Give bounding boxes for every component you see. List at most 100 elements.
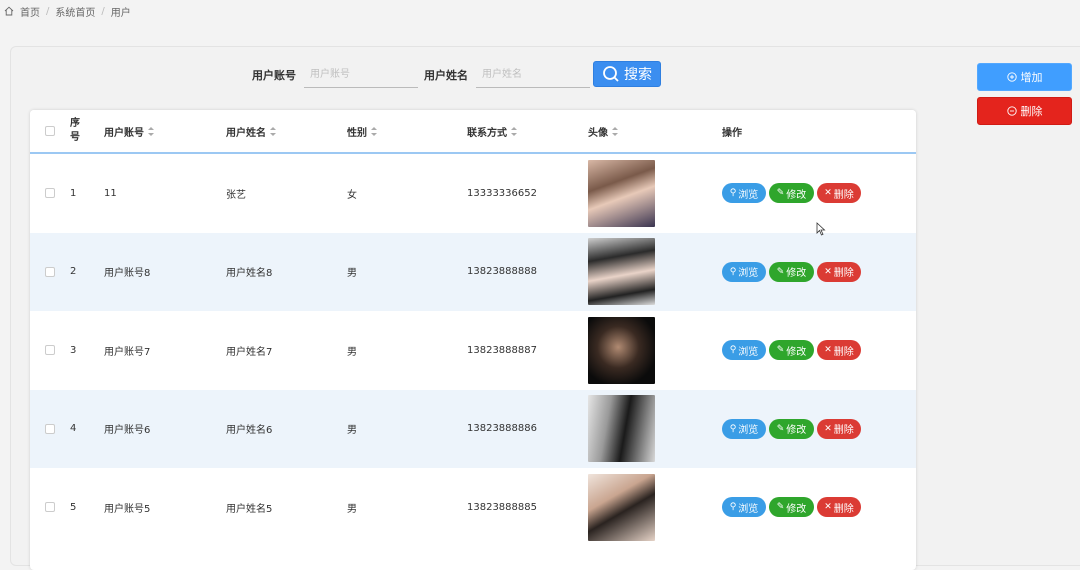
header-account[interactable]: 用户账号: [104, 124, 226, 139]
name-search-input[interactable]: [476, 62, 590, 88]
avatar[interactable]: [588, 159, 655, 227]
search-button[interactable]: 搜索: [593, 61, 661, 87]
row-checkbox[interactable]: [45, 266, 55, 277]
view-button-label: 浏览: [738, 425, 759, 437]
table-row: 3 用户账号7 用户姓名7 男 13823888887 ⚲ 浏览 ✎ 修改 ✕ 删除: [30, 311, 916, 390]
view-button[interactable]: ⚲ 浏览: [722, 261, 766, 282]
edit-button-label: 修改: [786, 503, 807, 515]
edit-icon: ✎: [776, 423, 785, 434]
delete-button[interactable]: ✕ 删除: [817, 261, 861, 282]
row-phone: 13333336652: [467, 187, 537, 199]
row-checkbox[interactable]: [45, 423, 55, 434]
row-sex: 男: [347, 346, 357, 358]
row-account: 用户账号8: [104, 268, 151, 280]
plus-circle-icon: [1006, 72, 1017, 82]
add-button[interactable]: 增加: [977, 63, 1072, 91]
header-index: 序号: [70, 118, 80, 143]
row-name: 用户姓名7: [226, 346, 273, 358]
header-account-label: 用户账号: [104, 127, 144, 139]
sort-icon[interactable]: [612, 126, 618, 136]
row-sex: 男: [347, 425, 357, 437]
row-sex: 男: [347, 268, 357, 280]
account-search-label: 用户账号: [252, 69, 296, 82]
search-icon: ⚲: [729, 502, 737, 513]
breadcrumb-home[interactable]: 首页: [20, 4, 40, 19]
table-row: 2 用户账号8 用户姓名8 男 13823888888 ⚲ 浏览 ✎ 修改 ✕ 删除: [30, 232, 916, 311]
sort-icon[interactable]: [371, 126, 377, 136]
header-avatar[interactable]: 头像: [588, 124, 722, 139]
header-ops: 操作: [722, 127, 742, 139]
avatar[interactable]: [588, 473, 655, 541]
edit-icon: ✎: [776, 502, 785, 513]
minus-circle-icon: [1006, 106, 1017, 116]
header-phone-label: 联系方式: [467, 127, 507, 139]
delete-button[interactable]: ✕ 删除: [817, 497, 861, 518]
row-index: 1: [70, 187, 77, 199]
row-account: 用户账号5: [104, 503, 151, 515]
delete-button[interactable]: ✕ 删除: [817, 183, 861, 204]
search-bar: 用户账号 用户姓名: [252, 62, 596, 88]
header-name-label: 用户姓名: [226, 127, 266, 139]
edit-button-label: 修改: [786, 189, 807, 201]
row-index: 3: [70, 344, 77, 356]
row-phone: 13823888888: [467, 266, 537, 278]
view-button-label: 浏览: [738, 346, 759, 358]
sort-icon[interactable]: [270, 126, 276, 136]
user-table: 序号 用户账号 用户姓名 性别 联系方式 头像 操作 1 11 张艺 女 133…: [30, 110, 916, 570]
row-checkbox[interactable]: [45, 502, 55, 513]
row-checkbox[interactable]: [45, 345, 55, 356]
view-button[interactable]: ⚲ 浏览: [722, 497, 766, 518]
search-icon: [603, 66, 619, 82]
avatar[interactable]: [588, 238, 655, 306]
row-name: 用户姓名8: [226, 268, 273, 280]
header-sex-label: 性别: [347, 127, 367, 139]
view-button[interactable]: ⚲ 浏览: [722, 183, 766, 204]
row-sex: 女: [347, 189, 357, 201]
row-account: 用户账号7: [104, 346, 151, 358]
edit-icon: ✎: [776, 188, 785, 199]
avatar[interactable]: [588, 316, 655, 384]
delete-button[interactable]: ✕ 删除: [817, 340, 861, 361]
edit-button[interactable]: ✎ 修改: [769, 340, 814, 361]
breadcrumb-system-home[interactable]: 系统首页: [55, 4, 95, 19]
search-icon: ⚲: [729, 188, 737, 199]
avatar[interactable]: [588, 395, 655, 463]
header-name[interactable]: 用户姓名: [226, 124, 347, 139]
search-icon: ⚲: [729, 345, 737, 356]
select-all-checkbox[interactable]: [45, 126, 55, 136]
sort-icon[interactable]: [148, 126, 154, 136]
delete-button-label: 删除: [833, 189, 854, 201]
table-row: 5 用户账号5 用户姓名5 男 13823888885 ⚲ 浏览 ✎ 修改 ✕ 删除: [30, 468, 916, 547]
edit-button[interactable]: ✎ 修改: [769, 418, 814, 439]
table-row: 1 11 张艺 女 13333336652 ⚲ 浏览 ✎ 修改 ✕ 删除: [30, 154, 916, 233]
close-icon: ✕: [824, 188, 832, 199]
delete-button-label: 删除: [833, 346, 854, 358]
row-name: 用户姓名5: [226, 503, 273, 515]
row-phone: 13823888885: [467, 501, 537, 513]
close-icon: ✕: [824, 423, 832, 434]
edit-button[interactable]: ✎ 修改: [769, 261, 814, 282]
batch-delete-button[interactable]: 删除: [977, 97, 1072, 125]
home-icon[interactable]: [4, 6, 14, 16]
mouse-cursor-icon: [816, 222, 826, 236]
delete-button-label: 删除: [833, 425, 854, 437]
account-search-input[interactable]: [304, 62, 418, 88]
edit-button[interactable]: ✎ 修改: [769, 183, 814, 204]
header-phone[interactable]: 联系方式: [467, 124, 588, 139]
name-search-label: 用户姓名: [424, 69, 468, 82]
add-button-label: 增加: [1020, 71, 1043, 84]
edit-button[interactable]: ✎ 修改: [769, 497, 814, 518]
sort-icon[interactable]: [511, 126, 517, 136]
breadcrumb-current: 用户: [110, 7, 131, 19]
close-icon: ✕: [824, 345, 832, 356]
edit-icon: ✎: [776, 345, 785, 356]
row-checkbox[interactable]: [45, 188, 55, 199]
view-button[interactable]: ⚲ 浏览: [722, 340, 766, 361]
breadcrumb: 首页 / 系统首页 / 用户: [4, 4, 131, 19]
view-button[interactable]: ⚲ 浏览: [722, 418, 766, 439]
delete-button[interactable]: ✕ 删除: [817, 418, 861, 439]
row-account: 用户账号6: [104, 425, 151, 437]
search-button-label: 搜索: [624, 67, 652, 83]
close-icon: ✕: [824, 266, 832, 277]
header-sex[interactable]: 性别: [347, 124, 467, 139]
